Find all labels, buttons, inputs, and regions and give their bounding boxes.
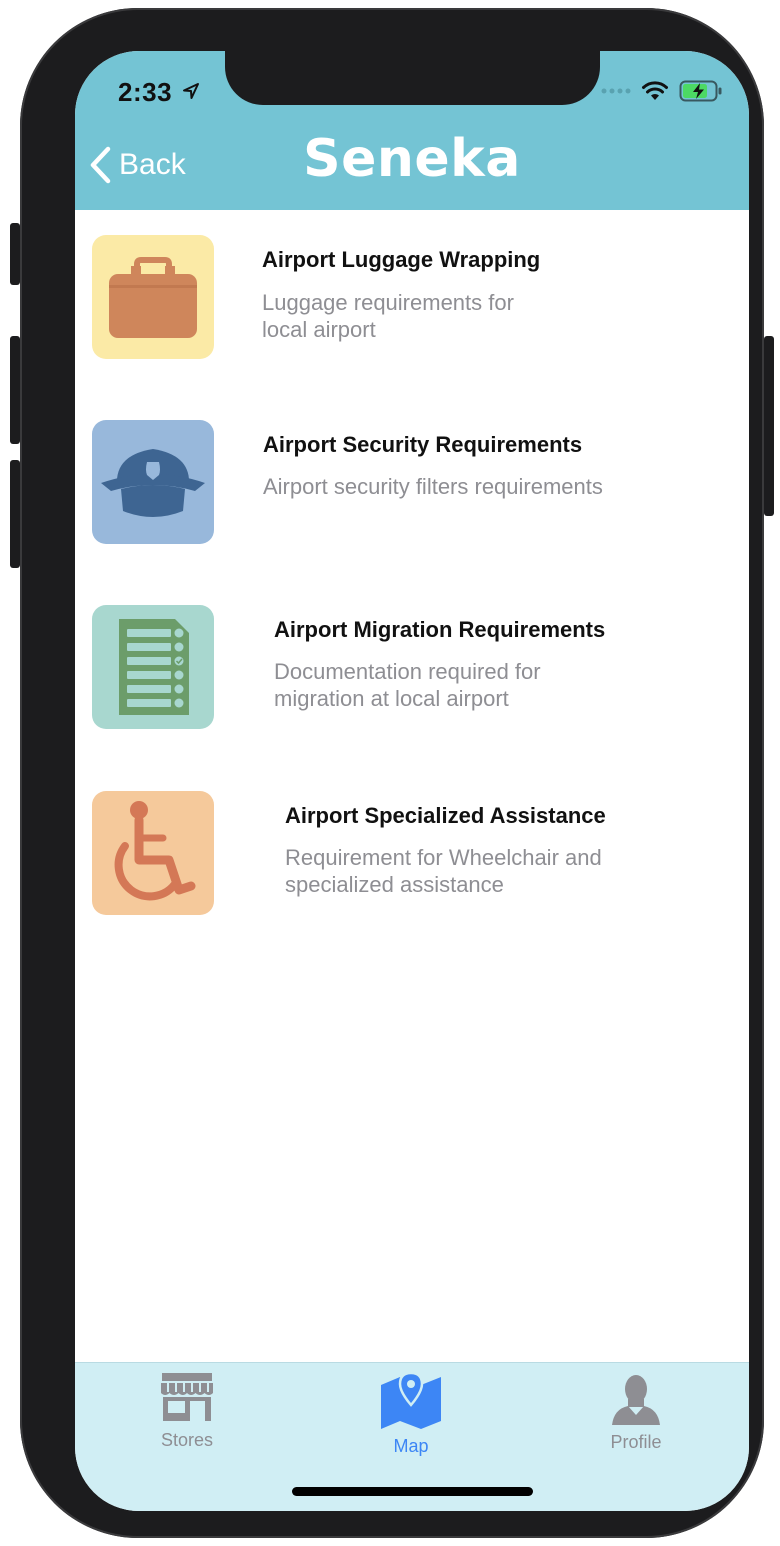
signal-dots-icon xyxy=(601,88,631,94)
location-arrow-icon xyxy=(182,83,199,99)
item-subtitle: Requirement for Wheelchair and specializ… xyxy=(285,845,602,897)
navigation-bar: 2:33 Back Seneka xyxy=(75,51,749,210)
power-button xyxy=(764,336,774,516)
status-time: 2:33 xyxy=(118,77,200,108)
list-item-assistance[interactable]: Airport Specialized Assistance Requireme… xyxy=(75,791,749,931)
tab-label: Map xyxy=(393,1436,429,1456)
tab-map[interactable]: Map xyxy=(341,1371,481,1457)
security-tile xyxy=(92,420,214,544)
checklist-document-icon xyxy=(119,619,189,715)
police-cap-icon xyxy=(101,449,205,517)
item-subtitle: Luggage requirements for local airport xyxy=(262,290,514,342)
volume-down-button xyxy=(10,460,20,568)
page-title: Seneka xyxy=(303,129,521,189)
item-subtitle: Airport security filters requirements xyxy=(263,474,603,499)
wheelchair-icon xyxy=(114,801,196,901)
item-title: Airport Specialized Assistance xyxy=(285,803,606,828)
tab-label: Profile xyxy=(610,1432,662,1452)
list-item-migration[interactable]: Airport Migration Requirements Documenta… xyxy=(75,605,749,745)
battery-charging-icon xyxy=(679,80,722,102)
item-title: Airport Security Requirements xyxy=(263,432,583,457)
item-title: Airport Luggage Wrapping xyxy=(262,247,541,272)
tab-profile[interactable]: Profile xyxy=(566,1371,706,1453)
luggage-tile xyxy=(92,235,214,359)
list-item-luggage[interactable]: Airport Luggage Wrapping Luggage require… xyxy=(75,235,749,375)
migration-tile xyxy=(92,605,214,729)
list-item-security[interactable]: Airport Security Requirements Airport se… xyxy=(75,420,749,560)
suitcase-icon xyxy=(109,257,197,338)
screen: 2:33 Back Seneka Airport Luggage Wrappin… xyxy=(75,51,749,1511)
phone-frame: 2:33 Back Seneka Airport Luggage Wrappin… xyxy=(10,8,774,1538)
person-icon xyxy=(612,1375,660,1425)
home-indicator[interactable] xyxy=(292,1487,533,1496)
volume-up-button xyxy=(10,336,20,444)
item-subtitle: Documentation required for migration at … xyxy=(274,659,541,711)
assistance-tile xyxy=(92,791,214,915)
wifi-icon xyxy=(642,81,668,100)
map-pin-icon xyxy=(381,1371,441,1429)
silent-switch xyxy=(10,223,20,285)
tab-label: Stores xyxy=(160,1430,214,1450)
item-title: Airport Migration Requirements xyxy=(274,617,606,642)
storefront-icon xyxy=(161,1373,213,1421)
status-indicators xyxy=(601,80,723,102)
notch xyxy=(225,51,600,105)
tab-stores[interactable]: Stores xyxy=(117,1371,257,1451)
